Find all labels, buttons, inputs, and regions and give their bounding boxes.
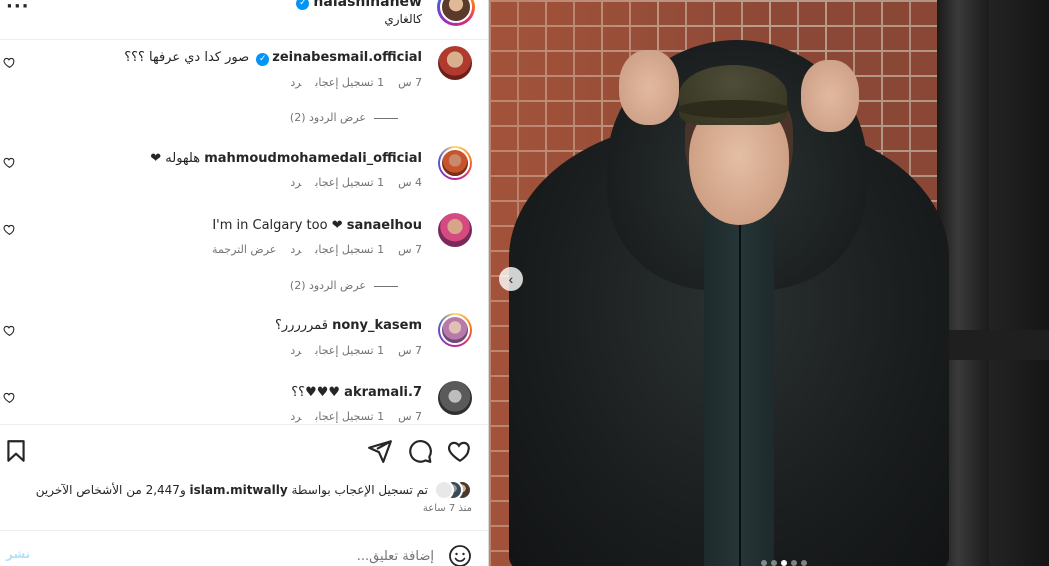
view-replies-button[interactable]: عرض الردود (2) [290,279,398,292]
liked-by-avatars[interactable] [434,480,472,500]
reply-button[interactable]: رد [290,176,301,189]
chevron-left-icon: ‹ [508,271,514,287]
comment-time[interactable]: 7 س [398,76,422,89]
avatar[interactable] [438,46,472,80]
comment-input[interactable] [40,545,434,566]
comment-line: akramali.7 ♥♥♥؟؟ [291,385,422,400]
view-replies-label: عرض الردود (2) [289,279,366,292]
post-comment-button[interactable]: نشر [6,547,30,561]
comment-item: zeinabesmail.official✓ صور كدا دي عرفها … [0,46,488,102]
share-send-icon[interactable] [367,438,393,464]
post-location[interactable]: كالغاري [384,12,422,26]
comment-likes[interactable]: 1 تسجيل إعجاب [315,76,384,89]
comment-time[interactable]: 4 س [398,176,422,189]
comment-likes[interactable]: 1 تسجيل إعجاب [315,410,384,423]
comment-item: nony_kasem قمررررر؟ 7 س 1 تسجيل إعجاب رد [0,313,488,369]
comment-bubble-icon[interactable] [407,438,433,464]
post-image[interactable]: ‹ [489,0,1049,566]
post-author-avatar[interactable] [437,0,475,26]
reply-button[interactable]: رد [290,76,301,89]
liked-by-username[interactable]: islam.mitwally [190,483,288,497]
carousel-dot-active [781,560,787,566]
comment-likes[interactable]: 1 تسجيل إعجاب [315,243,384,256]
carousel-dot [791,560,797,566]
comment-line: nony_kasem قمررررر؟ [275,318,422,333]
comment-likes[interactable]: 1 تسجيل إعجاب [315,344,384,357]
avatar[interactable] [438,313,472,347]
comment-text: ♥♥♥؟؟ [291,385,341,400]
verified-icon: ✓ [296,0,310,10]
post-time[interactable]: منذ 7 ساعة [423,503,472,514]
comments-panel: ··· ✓ halashihanew كالغاري zeinabesmail.o… [0,0,488,566]
view-replies-label: عرض الردود (2) [289,111,366,124]
comment-meta: 4 س 1 تسجيل إعجاب رد [276,176,422,189]
carousel-previous-button[interactable]: ‹ [499,267,523,291]
comment-username[interactable]: zeinabesmail.official [272,50,422,65]
comment-time[interactable]: 7 س [398,410,422,423]
comment-username[interactable]: nony_kasem [332,318,422,333]
comment-line: zeinabesmail.official✓ صور كدا دي عرفها … [124,50,422,66]
like-heart-icon[interactable] [447,438,473,464]
add-comment-bar: نشر [0,530,488,566]
carousel-dot [801,560,807,566]
others-count-link[interactable]: و2,447 من الأشخاص الآخرين [36,483,190,497]
heart-icon[interactable] [3,391,16,404]
heart-icon[interactable] [3,223,16,236]
post-actions: تم تسجيل الإعجاب بواسطة islam.mitwally و… [0,424,488,530]
see-translation-button[interactable]: عرض الترجمة [212,243,276,256]
comment-item: sanaelhou I'm in Calgary too ❤ 7 س 1 تسجي… [0,213,488,269]
avatar[interactable] [438,381,472,415]
carousel-dot [761,560,767,566]
comment-username[interactable]: mahmoudmohamedali_official [204,151,422,166]
comment-text: هلهوله ❤ [150,151,201,166]
avatar[interactable] [438,146,472,180]
liked-by-row: تم تسجيل الإعجاب بواسطة islam.mitwally و… [36,480,472,500]
comment-line: mahmoudmohamedali_official هلهوله ❤ [150,151,422,166]
bookmark-save-icon[interactable] [3,438,29,464]
carousel-dot [771,560,777,566]
more-options-button[interactable]: ··· [6,0,30,17]
hand [619,50,679,125]
post-author-username[interactable]: halashihanew [313,0,422,10]
comment-line: sanaelhou I'm in Calgary too ❤ [212,218,422,233]
reply-button[interactable]: رد [290,410,301,423]
comment-text: I'm in Calgary too ❤ [212,218,343,233]
heart-icon[interactable] [3,324,16,337]
hand [801,60,859,132]
comment-text: صور كدا دي عرفها ؟؟؟ [124,50,250,65]
post-author-name[interactable]: ✓ halashihanew [296,0,422,10]
comment-username[interactable]: sanaelhou [347,218,422,233]
post-header: ··· ✓ halashihanew كالغاري [0,0,488,40]
comment-meta: 7 س 1 تسجيل إعجاب رد [276,344,422,357]
reply-button[interactable]: رد [290,344,301,357]
comment-time[interactable]: 7 س [398,243,422,256]
comment-likes[interactable]: 1 تسجيل إعجاب [315,176,384,189]
comment-meta: 7 س 1 تسجيل إعجاب رد [276,410,422,423]
liked-by-text: تم تسجيل الإعجاب بواسطة islam.mitwally و… [36,483,428,497]
verified-icon: ✓ [256,53,270,66]
view-replies-button[interactable]: عرض الردود (2) [290,111,398,124]
reply-button[interactable]: رد [290,243,301,256]
comment-meta: 7 س 1 تسجيل إعجاب رد عرض الترجمة [198,243,422,256]
heart-icon[interactable] [3,56,16,69]
carousel-dots [761,560,807,566]
emoji-icon[interactable] [448,544,472,566]
comment-meta: 7 س 1 تسجيل إعجاب رد [276,76,422,89]
avatar[interactable] [438,213,472,247]
liked-by-prefix: تم تسجيل الإعجاب بواسطة [287,483,428,497]
comment-text: قمررررر؟ [275,318,328,333]
comment-item: mahmoudmohamedali_official هلهوله ❤ 4 س 1… [0,146,488,202]
comment-username[interactable]: akramali.7 [344,385,422,400]
heart-icon[interactable] [3,156,16,169]
comment-time[interactable]: 7 س [398,344,422,357]
